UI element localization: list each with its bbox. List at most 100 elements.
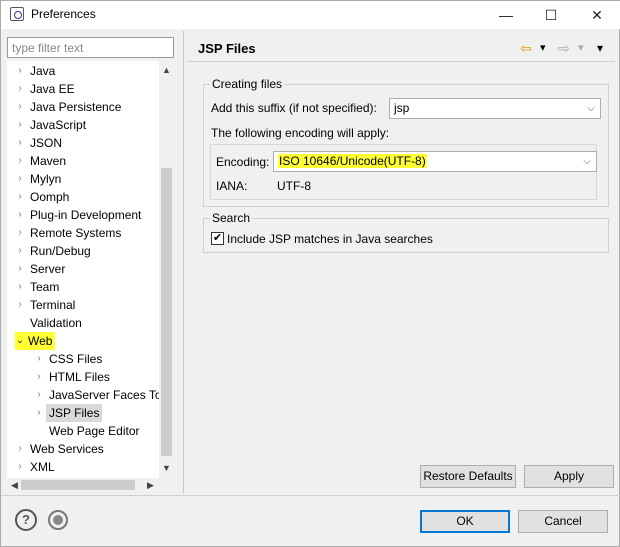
restore-defaults-button[interactable]: Restore Defaults	[420, 465, 516, 488]
tree-item-label: Web Services	[30, 442, 104, 456]
encoding-combo[interactable]: ISO 10646/Unicode(UTF-8) ⌵	[273, 151, 597, 172]
chevron-right-icon[interactable]: ›	[15, 152, 25, 170]
encoding-combo-value: ISO 10646/Unicode(UTF-8)	[278, 154, 427, 168]
tree-item-label: Maven	[30, 154, 67, 168]
preferences-window: Preferences — ☐ ✕ › Java › Java EE › Java Per…	[0, 0, 620, 547]
tree-item-label: Remote Systems	[30, 226, 122, 240]
tree-item[interactable]: › Run/Debug	[7, 242, 159, 260]
tree-item[interactable]: › Java EE	[7, 80, 159, 98]
tree-item[interactable]: › Web Services	[7, 440, 159, 458]
tree-item[interactable]: Validation	[7, 314, 159, 332]
scroll-left-icon[interactable]: ◀	[7, 478, 22, 492]
iana-label: IANA:	[216, 179, 248, 193]
tree-item[interactable]: › Team	[7, 278, 159, 296]
view-menu-icon[interactable]: ▾	[597, 39, 603, 57]
tree-item-label: Mylyn	[30, 172, 62, 186]
forward-menu-chevron-icon[interactable]: ▾	[578, 39, 584, 57]
encoding-note: The following encoding will apply:	[211, 126, 390, 140]
scrollbar-thumb[interactable]	[161, 168, 172, 456]
chevron-right-icon[interactable]: ›	[34, 404, 44, 422]
chevron-right-icon[interactable]: ›	[15, 98, 25, 116]
tree-item-label: Web	[25, 332, 56, 350]
tree-item[interactable]: › Terminal	[7, 296, 159, 314]
chevron-right-icon[interactable]: ›	[15, 134, 25, 152]
tree-item[interactable]: › JavaScript	[7, 116, 159, 134]
suffix-combo[interactable]: jsp ⌵	[389, 98, 601, 119]
chevron-right-icon[interactable]: ›	[15, 188, 25, 206]
cancel-button[interactable]: Cancel	[518, 510, 608, 533]
pane-divider[interactable]	[183, 31, 184, 493]
header-separator	[187, 61, 615, 62]
chevron-down-icon[interactable]: ⌄	[15, 332, 25, 350]
chevron-right-icon[interactable]: ›	[34, 368, 44, 386]
tree-item-label: Java EE	[30, 82, 75, 96]
scroll-up-icon[interactable]: ▲	[159, 63, 174, 77]
scroll-down-icon[interactable]: ▼	[159, 461, 174, 475]
minimize-button[interactable]: —	[485, 3, 527, 27]
tree-item-label: HTML Files	[49, 370, 110, 384]
maximize-button[interactable]: ☐	[530, 3, 572, 27]
tree-item-label: Java Persistence	[30, 100, 122, 114]
chevron-down-icon: ⌵	[583, 156, 591, 167]
filter-input[interactable]	[7, 37, 174, 58]
tree-item[interactable]: › Java	[7, 62, 159, 80]
footer-separator	[1, 495, 620, 496]
scroll-right-icon[interactable]: ▶	[143, 478, 158, 492]
tree-item-label: Java	[30, 64, 56, 78]
chevron-right-icon[interactable]: ›	[15, 260, 25, 278]
window-title: Preferences	[31, 7, 96, 21]
chevron-right-icon[interactable]: ›	[15, 296, 25, 314]
tree-item[interactable]: › Remote Systems	[7, 224, 159, 242]
tree-item[interactable]: Web Page Editor	[7, 422, 159, 440]
search-group-label: Search	[210, 211, 253, 225]
tree-item[interactable]: › Server	[7, 260, 159, 278]
tree-item[interactable]: › Plug-in Development	[7, 206, 159, 224]
tree-item[interactable]: › Java Persistence	[7, 98, 159, 116]
tree-item-label: JSON	[30, 136, 63, 150]
tree-item[interactable]: › Maven	[7, 152, 159, 170]
include-jsp-label[interactable]: Include JSP matches in Java searches	[227, 232, 433, 246]
tree-item[interactable]: › Mylyn	[7, 170, 159, 188]
chevron-right-icon[interactable]: ›	[15, 170, 25, 188]
tree-horizontal-scrollbar[interactable]: ◀ ▶	[7, 478, 159, 492]
chevron-right-icon[interactable]: ›	[15, 440, 25, 458]
tree-item-label: Oomph	[30, 190, 70, 204]
forward-arrow-icon[interactable]: ⇨	[558, 39, 570, 57]
chevron-right-icon[interactable]: ›	[15, 224, 25, 242]
tree-item[interactable]: › JSON	[7, 134, 159, 152]
tree-item-label: JSP Files	[46, 404, 103, 422]
apply-button[interactable]: Apply	[524, 465, 614, 488]
ok-button[interactable]: OK	[420, 510, 510, 533]
preference-tree[interactable]: › Java › Java EE › Java Persistence › JavaScrip…	[7, 61, 159, 478]
tree-item-label: Terminal	[30, 298, 76, 312]
tree-item-label: JavaScript	[30, 118, 87, 132]
iana-value: UTF-8	[277, 179, 311, 193]
record-macro-icon[interactable]	[48, 510, 68, 530]
tree-item[interactable]: ⌄ Web	[7, 332, 159, 350]
tree-item[interactable]: › XML	[7, 458, 159, 476]
close-button[interactable]: ✕	[576, 3, 618, 27]
tree-item[interactable]: › JavaServer Faces To	[7, 386, 159, 404]
help-icon[interactable]: ?	[15, 509, 37, 531]
chevron-right-icon[interactable]: ›	[15, 242, 25, 260]
chevron-right-icon[interactable]: ›	[34, 386, 44, 404]
horizontal-scrollbar-thumb[interactable]	[21, 480, 135, 490]
tree-item[interactable]: › Oomph	[7, 188, 159, 206]
chevron-right-icon[interactable]: ›	[15, 206, 25, 224]
back-arrow-icon[interactable]: ⇦	[520, 39, 532, 57]
chevron-right-icon[interactable]: ›	[15, 62, 25, 80]
suffix-label: Add this suffix (if not specified):	[211, 101, 377, 115]
tree-item-label: Server	[30, 262, 66, 276]
chevron-right-icon[interactable]: ›	[15, 278, 25, 296]
tree-vertical-scrollbar[interactable]: ▲ ▼	[159, 61, 174, 478]
tree-item[interactable]: › CSS Files	[7, 350, 159, 368]
tree-item[interactable]: › JSP Files	[7, 404, 159, 422]
chevron-right-icon[interactable]: ›	[15, 116, 25, 134]
tree-item[interactable]: › HTML Files	[7, 368, 159, 386]
chevron-right-icon[interactable]: ›	[15, 458, 25, 476]
chevron-right-icon[interactable]: ›	[34, 350, 44, 368]
include-jsp-checkbox[interactable]: ✔	[211, 232, 224, 245]
chevron-right-icon[interactable]: ›	[15, 80, 25, 98]
tree-item-label: Plug-in Development	[30, 208, 142, 222]
back-menu-chevron-icon[interactable]: ▾	[540, 39, 546, 57]
